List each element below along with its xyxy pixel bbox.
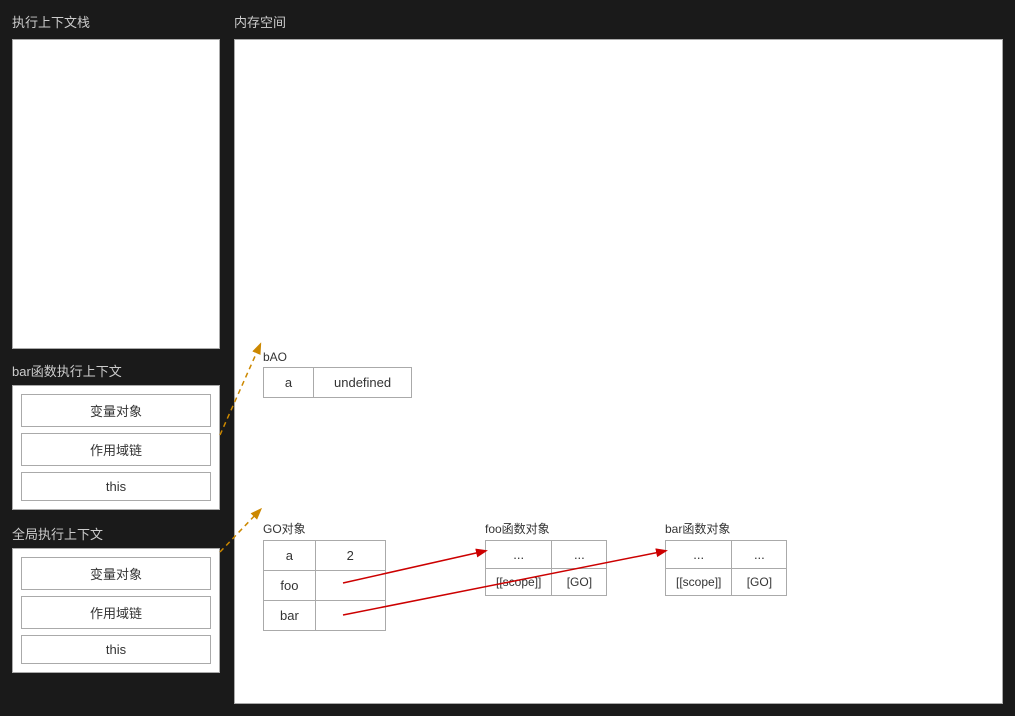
go-table: a 2 foo bar bbox=[263, 540, 386, 631]
foo-label: foo函数对象 bbox=[485, 520, 607, 537]
execution-stack-title: 执行上下文栈 bbox=[12, 12, 220, 31]
go-label: GO对象 bbox=[263, 520, 386, 537]
foo-function-object: foo函数对象 ... ... [[scope]] [GO] bbox=[485, 520, 607, 596]
go-object: GO对象 a 2 foo bar bbox=[263, 520, 386, 631]
bao-label: bAO bbox=[263, 350, 412, 364]
bar-this: this bbox=[21, 472, 211, 501]
bao-table: a undefined bbox=[263, 367, 412, 398]
bar-context-label: bar函数执行上下文 bbox=[12, 361, 220, 380]
bar-scope-chain: 作用域链 bbox=[21, 433, 211, 466]
global-scope-chain: 作用域链 bbox=[21, 596, 211, 629]
global-var-obj: 变量对象 bbox=[21, 557, 211, 590]
top-empty-area bbox=[12, 39, 220, 349]
bar-var-obj: 变量对象 bbox=[21, 394, 211, 427]
foo-table: ... ... [[scope]] [GO] bbox=[485, 540, 607, 596]
global-context-label: 全局执行上下文 bbox=[12, 524, 220, 543]
bar-context-box: 变量对象 作用域链 this bbox=[12, 385, 220, 510]
bar-function-object: bar函数对象 ... ... [[scope]] [GO] bbox=[665, 520, 787, 596]
bao-object: bAO a undefined bbox=[263, 350, 412, 398]
bar-obj-label: bar函数对象 bbox=[665, 520, 787, 537]
bar-table: ... ... [[scope]] [GO] bbox=[665, 540, 787, 596]
memory-area: bAO a undefined GO对象 a 2 foo bbox=[234, 39, 1003, 704]
global-this: this bbox=[21, 635, 211, 664]
memory-space-title: 内存空间 bbox=[234, 12, 1003, 31]
global-context-box: 变量对象 作用域链 this bbox=[12, 548, 220, 673]
